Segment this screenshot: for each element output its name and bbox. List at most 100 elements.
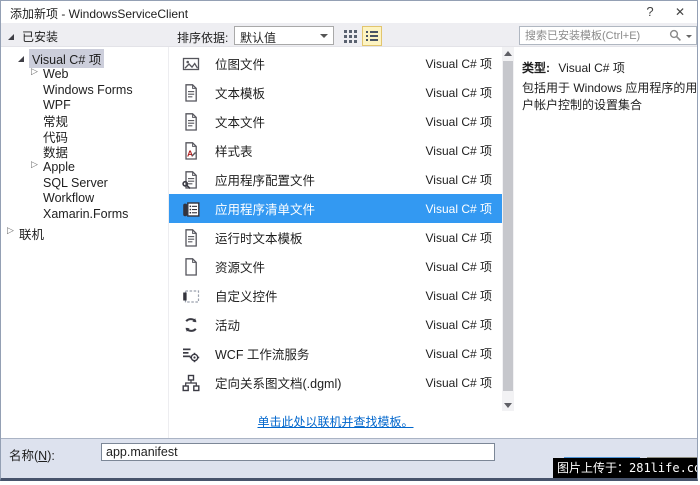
template-type: Visual C# 项 bbox=[426, 113, 492, 130]
tree-spacer bbox=[31, 131, 41, 141]
sidebar-item-web[interactable]: Web bbox=[1, 67, 168, 83]
footer-bar: 名称(N): 图片上传于：281life.com bbox=[1, 438, 697, 481]
tree-spacer bbox=[31, 209, 41, 219]
collapse-icon[interactable] bbox=[7, 228, 17, 238]
svg-text:A: A bbox=[187, 148, 193, 158]
search-box bbox=[519, 26, 697, 45]
expand-icon[interactable] bbox=[17, 54, 27, 64]
sidebar-item-label: WPF bbox=[43, 98, 71, 112]
template-name: WCF 工作流服务 bbox=[215, 344, 426, 363]
search-input[interactable] bbox=[523, 28, 663, 43]
template-item-custom-control[interactable]: 自定义控件Visual C# 项 bbox=[169, 281, 502, 310]
template-name: 文本文件 bbox=[215, 112, 426, 131]
text-file-icon bbox=[181, 112, 201, 132]
sidebar-item-workflow[interactable]: Workflow bbox=[1, 191, 168, 207]
template-name: 文本模板 bbox=[215, 83, 426, 102]
template-type: Visual C# 项 bbox=[426, 316, 492, 333]
sort-by-dropdown[interactable]: 默认值 bbox=[234, 26, 334, 45]
template-item-wcf-workflow-service[interactable]: WCF 工作流服务Visual C# 项 bbox=[169, 339, 502, 368]
tree-spacer bbox=[31, 85, 41, 95]
watermark: 图片上传于：281life.com bbox=[553, 458, 698, 478]
grid-icon bbox=[343, 29, 357, 43]
template-type: Visual C# 项 bbox=[426, 345, 492, 362]
list-icon bbox=[365, 29, 379, 43]
template-item-activity[interactable]: 活动Visual C# 项 bbox=[169, 310, 502, 339]
template-type: Visual C# 项 bbox=[426, 374, 492, 391]
category-tree: Visual C# 项Web Windows FormsWPF常规代码数据Appl… bbox=[1, 51, 168, 222]
template-item-runtime-text-template[interactable]: 运行时文本模板Visual C# 项 bbox=[169, 223, 502, 252]
text-template-icon bbox=[181, 83, 201, 103]
small-icons-view-button[interactable] bbox=[340, 26, 360, 46]
template-item-stylesheet[interactable]: A 样式表Visual C# 项 bbox=[169, 136, 502, 165]
template-name: 样式表 bbox=[215, 141, 426, 160]
runtime-text-template-icon bbox=[181, 228, 201, 248]
type-label: 类型: bbox=[522, 61, 550, 75]
category-sidebar: Visual C# 项Web Windows FormsWPF常规代码数据Appl… bbox=[1, 47, 169, 438]
template-name: 位图文件 bbox=[215, 54, 426, 73]
type-value: Visual C# 项 bbox=[558, 61, 624, 75]
sidebar-item-code[interactable]: 代码 bbox=[1, 129, 168, 145]
template-type: Visual C# 项 bbox=[426, 229, 492, 246]
collapse-icon[interactable] bbox=[31, 162, 41, 172]
sidebar-item-sql-server[interactable]: SQL Server bbox=[1, 175, 168, 191]
tree-spacer bbox=[31, 116, 41, 126]
bitmap-file-icon bbox=[181, 54, 201, 74]
search-options-chevron-icon[interactable] bbox=[686, 35, 692, 38]
sidebar-item-label: Workflow bbox=[43, 191, 94, 205]
sort-by-label: 排序依据: bbox=[177, 29, 228, 46]
close-button[interactable]: ✕ bbox=[667, 2, 693, 22]
template-item-resource-file[interactable]: 资源文件Visual C# 项 bbox=[169, 252, 502, 281]
template-item-text-file[interactable]: 文本文件Visual C# 项 bbox=[169, 107, 502, 136]
sidebar-item-windows-forms[interactable]: Windows Forms bbox=[1, 82, 168, 98]
template-item-app-manifest-file[interactable]: 应用程序清单文件Visual C# 项 bbox=[169, 194, 502, 223]
scrollbar-thumb[interactable] bbox=[503, 61, 513, 391]
sidebar-item-installed[interactable]: 已安装 bbox=[7, 28, 58, 45]
file-name-input[interactable] bbox=[101, 443, 495, 461]
search-icon[interactable] bbox=[669, 29, 682, 42]
scroll-down-icon[interactable] bbox=[502, 399, 514, 411]
template-type: Visual C# 项 bbox=[426, 171, 492, 188]
template-item-text-template[interactable]: 文本模板Visual C# 项 bbox=[169, 78, 502, 107]
collapse-icon[interactable] bbox=[31, 69, 41, 79]
template-type: Visual C# 项 bbox=[426, 287, 492, 304]
template-item-dgml-document[interactable]: 定向关系图文档(.dgml)Visual C# 项 bbox=[169, 368, 502, 397]
sidebar-item-visual-csharp[interactable]: Visual C# 项 bbox=[1, 51, 168, 67]
sidebar-item-label: Visual C# 项 bbox=[29, 49, 104, 68]
template-type: Visual C# 项 bbox=[426, 142, 492, 159]
template-type: Visual C# 项 bbox=[426, 258, 492, 275]
sidebar-item-label: Xamarin.Forms bbox=[43, 207, 128, 221]
template-name: 运行时文本模板 bbox=[215, 228, 426, 247]
template-item-app-config-file[interactable]: 应用程序配置文件Visual C# 项 bbox=[169, 165, 502, 194]
stylesheet-icon: A bbox=[181, 141, 201, 161]
chevron-down-icon bbox=[320, 34, 328, 38]
sidebar-item-data[interactable]: 数据 bbox=[1, 144, 168, 160]
sidebar-item-label: Windows Forms bbox=[43, 83, 133, 97]
app-manifest-file-icon bbox=[181, 199, 201, 219]
sidebar-item-label: Web bbox=[43, 67, 68, 81]
title-bar: 添加新项 - WindowsServiceClient ? ✕ bbox=[1, 1, 697, 23]
expand-icon[interactable] bbox=[7, 32, 17, 42]
sidebar-item-online[interactable]: 联机 bbox=[1, 225, 44, 241]
help-button[interactable]: ? bbox=[637, 2, 663, 22]
sort-by-value: 默认值 bbox=[240, 31, 276, 45]
sidebar-item-apple[interactable]: Apple bbox=[1, 160, 168, 176]
list-view-button[interactable] bbox=[362, 26, 382, 46]
wcf-workflow-service-icon bbox=[181, 344, 201, 364]
sidebar-item-xamarin-forms[interactable]: Xamarin.Forms bbox=[1, 206, 168, 222]
sidebar-item-label: Apple bbox=[43, 160, 75, 174]
template-name: 应用程序配置文件 bbox=[215, 170, 426, 189]
tree-spacer bbox=[31, 178, 41, 188]
scroll-up-icon[interactable] bbox=[502, 47, 514, 59]
sidebar-item-wpf[interactable]: WPF bbox=[1, 98, 168, 114]
sidebar-item-general[interactable]: 常规 bbox=[1, 113, 168, 129]
tree-spacer bbox=[31, 193, 41, 203]
name-label: 名称(N): bbox=[9, 445, 55, 464]
sidebar-item-label: SQL Server bbox=[43, 176, 108, 190]
find-templates-online-link[interactable]: 单击此处以联机并查找模板。 bbox=[257, 415, 413, 429]
template-item-bitmap-file[interactable]: 位图文件Visual C# 项 bbox=[169, 49, 502, 78]
online-label: 联机 bbox=[19, 224, 44, 243]
dialog-title: 添加新项 - WindowsServiceClient bbox=[10, 5, 188, 22]
template-type: Visual C# 项 bbox=[426, 84, 492, 101]
list-scrollbar[interactable] bbox=[502, 47, 514, 411]
app-config-file-icon bbox=[181, 170, 201, 190]
